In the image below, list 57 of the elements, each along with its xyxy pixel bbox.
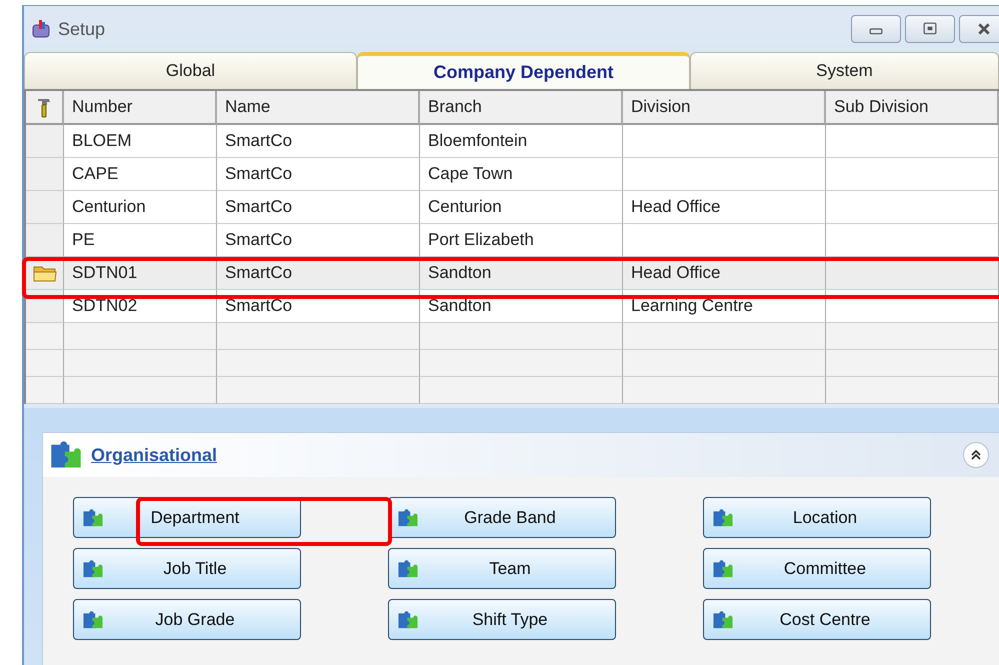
table-cell: PE <box>64 224 217 257</box>
column-header[interactable]: Sub Division <box>826 91 999 125</box>
table-cell: Cape Town <box>420 158 623 191</box>
column-header[interactable]: Division <box>623 91 826 125</box>
setup-button[interactable]: Shift Type <box>388 599 616 640</box>
table-cell: CAPE <box>64 158 217 191</box>
close-button[interactable] <box>959 15 999 43</box>
column-header[interactable]: Branch <box>420 91 623 125</box>
puzzle-icon <box>712 558 734 580</box>
maximize-icon <box>923 22 937 36</box>
tab[interactable]: Global <box>24 52 357 89</box>
double-chevron-icon <box>970 449 982 461</box>
puzzle-icon <box>712 506 734 528</box>
setup-button[interactable]: Location <box>703 497 931 538</box>
table-cell: SmartCo <box>217 125 420 158</box>
setup-button[interactable]: Cost Centre <box>703 599 931 640</box>
row-indicator[interactable] <box>26 191 64 224</box>
collapse-button[interactable] <box>963 442 989 468</box>
table-cell: Head Office <box>623 191 826 224</box>
setup-button[interactable]: Department <box>73 497 301 538</box>
folder-icon <box>32 264 58 282</box>
column-header[interactable]: Name <box>217 91 420 125</box>
panel-title[interactable]: Organisational <box>91 444 218 466</box>
puzzle-icon <box>712 608 734 630</box>
table-cell: SmartCo <box>217 191 420 224</box>
hammer-icon <box>37 96 51 118</box>
puzzle-icon <box>82 558 104 580</box>
minimize-button[interactable] <box>851 15 901 43</box>
row-indicator[interactable] <box>26 224 64 257</box>
setup-button[interactable]: Team <box>388 548 616 589</box>
tab[interactable]: System <box>690 52 999 89</box>
maximize-button[interactable] <box>905 15 955 43</box>
row-indicator[interactable] <box>26 377 64 404</box>
puzzle-icon <box>82 608 104 630</box>
window-title: Setup <box>58 18 106 40</box>
table-cell: BLOEM <box>64 125 217 158</box>
setup-button[interactable]: Job Grade <box>73 599 301 640</box>
table-cell: SmartCo <box>217 158 420 191</box>
app-icon <box>30 19 52 39</box>
row-indicator[interactable] <box>26 323 64 350</box>
puzzle-icon <box>397 506 419 528</box>
table-cell: SmartCo <box>217 224 420 257</box>
tab[interactable]: Company Dependent <box>357 52 690 89</box>
column-header[interactable]: Number <box>64 91 217 125</box>
puzzle-icon <box>397 558 419 580</box>
setup-button[interactable]: Committee <box>703 548 931 589</box>
setup-button[interactable]: Job Title <box>73 548 301 589</box>
table-cell: Bloemfontein <box>420 125 623 158</box>
row-indicator[interactable] <box>26 158 64 191</box>
puzzle-icon <box>82 506 104 528</box>
row-indicator[interactable] <box>26 350 64 377</box>
table-cell: Port Elizabeth <box>420 224 623 257</box>
puzzle-icon <box>397 608 419 630</box>
setup-button[interactable]: Grade Band <box>388 497 616 538</box>
table-cell: Centurion <box>64 191 217 224</box>
close-icon <box>977 22 991 36</box>
table-cell: Centurion <box>420 191 623 224</box>
